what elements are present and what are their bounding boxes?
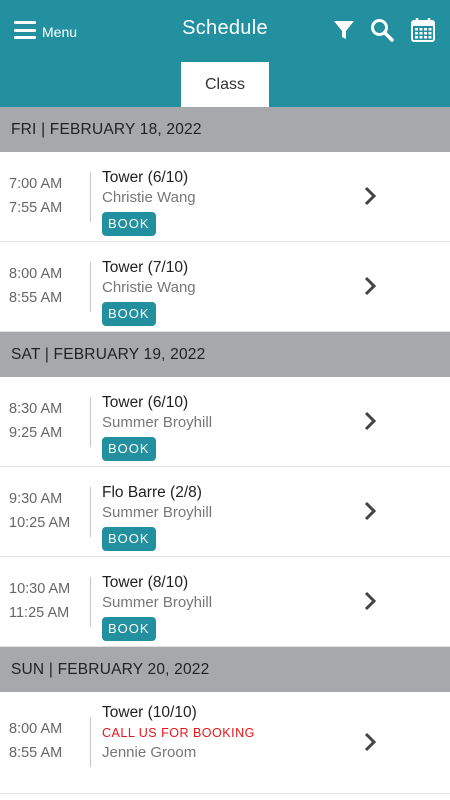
start-time: 9:30 AM <box>9 491 63 507</box>
instructor-name: Jennie Groom <box>102 744 197 761</box>
start-time: 8:00 AM <box>9 721 63 737</box>
end-time: 11:25 AM <box>9 605 70 621</box>
class-name: Tower (10/10) <box>102 704 197 721</box>
search-icon[interactable] <box>369 17 395 43</box>
class-row[interactable]: 8:00 AM 8:55 AM Tower (7/10) Christie Wa… <box>0 242 450 332</box>
divider <box>90 577 91 627</box>
app-header: Menu Schedule <box>0 0 450 61</box>
instructor-name: Christie Wang <box>102 279 196 296</box>
class-time: 8:30 AM 9:25 AM <box>9 397 62 445</box>
book-button[interactable]: BOOK <box>102 302 156 326</box>
chevron-right-icon[interactable] <box>364 591 376 611</box>
class-row[interactable]: 8:30 AM 9:25 AM Tower (6/10) Summer Broy… <box>0 377 450 467</box>
class-info: Tower (6/10) Summer Broyhill BOOK <box>102 393 212 461</box>
filter-icon[interactable] <box>331 17 357 43</box>
chevron-right-icon[interactable] <box>364 732 376 752</box>
instructor-name: Summer Broyhill <box>102 504 213 521</box>
chevron-right-icon[interactable] <box>364 186 376 206</box>
class-info: Tower (10/10) CALL US FOR BOOKING Jennie… <box>102 703 255 762</box>
divider <box>90 172 91 222</box>
start-time: 10:30 AM <box>9 581 71 597</box>
chevron-right-icon[interactable] <box>364 411 376 431</box>
class-row[interactable]: 7:00 AM 7:55 AM Tower (6/10) Christie Wa… <box>0 152 450 242</box>
end-time: 8:55 AM <box>9 745 63 761</box>
instructor-name: Summer Broyhill <box>102 414 213 431</box>
divider <box>90 717 91 767</box>
class-name: Tower (8/10) <box>102 574 189 591</box>
divider <box>90 397 91 447</box>
book-button[interactable]: BOOK <box>102 617 156 641</box>
class-info: Tower (7/10) Christie Wang BOOK <box>102 258 196 326</box>
book-button[interactable]: BOOK <box>102 437 156 461</box>
chevron-right-icon[interactable] <box>364 276 376 296</box>
class-time: 8:00 AM 8:55 AM <box>9 717 62 765</box>
class-time: 9:30 AM 10:25 AM <box>9 487 70 535</box>
class-row[interactable]: 10:30 AM 11:25 AM Tower (8/10) Summer Br… <box>0 557 450 647</box>
date-header: FRI | FEBRUARY 18, 2022 <box>0 107 450 152</box>
instructor-name: Christie Wang <box>102 189 196 206</box>
start-time: 7:00 AM <box>9 176 63 192</box>
end-time: 10:25 AM <box>9 515 71 531</box>
chevron-right-icon[interactable] <box>364 501 376 521</box>
start-time: 8:30 AM <box>9 401 63 417</box>
divider <box>90 487 91 537</box>
class-row[interactable]: 9:30 AM 10:25 AM Flo Barre (2/8) Summer … <box>0 467 450 557</box>
call-for-booking-notice: CALL US FOR BOOKING <box>102 726 255 740</box>
class-info: Flo Barre (2/8) Summer Broyhill BOOK <box>102 483 212 551</box>
end-time: 9:25 AM <box>9 425 63 441</box>
date-header: SAT | FEBRUARY 19, 2022 <box>0 332 450 377</box>
book-button[interactable]: BOOK <box>102 527 156 551</box>
calendar-icon[interactable] <box>410 17 436 43</box>
end-time: 8:55 AM <box>9 290 63 306</box>
class-time: 10:30 AM 11:25 AM <box>9 577 70 625</box>
instructor-name: Summer Broyhill <box>102 594 213 611</box>
class-time: 7:00 AM 7:55 AM <box>9 172 62 220</box>
class-name: Tower (6/10) <box>102 169 189 186</box>
class-name: Flo Barre (2/8) <box>102 484 202 501</box>
class-row[interactable]: 8:00 AM 8:55 AM Tower (10/10) CALL US FO… <box>0 692 450 794</box>
tab-class[interactable]: Class <box>181 62 269 107</box>
class-name: Tower (6/10) <box>102 394 189 411</box>
class-info: Tower (8/10) Summer Broyhill BOOK <box>102 573 212 641</box>
book-button[interactable]: BOOK <box>102 212 156 236</box>
class-name: Tower (7/10) <box>102 259 189 276</box>
date-header: SUN | FEBRUARY 20, 2022 <box>0 647 450 692</box>
class-info: Tower (6/10) Christie Wang BOOK <box>102 168 196 236</box>
start-time: 8:00 AM <box>9 266 63 282</box>
tab-bar: Class <box>0 61 450 107</box>
divider <box>90 262 91 312</box>
end-time: 7:55 AM <box>9 200 63 216</box>
class-time: 8:00 AM 8:55 AM <box>9 262 62 310</box>
